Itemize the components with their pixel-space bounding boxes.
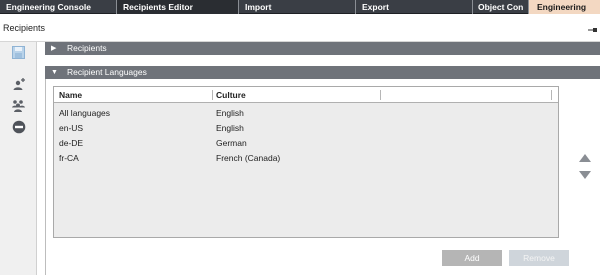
tab-engineering-console[interactable]: Engineering Console [0, 0, 117, 14]
tab-object-configurator[interactable]: Object Con [473, 0, 529, 14]
recipients-section-label: Recipients [67, 43, 107, 53]
row-culture: English [216, 108, 244, 118]
reorder-controls [578, 153, 592, 183]
add-button[interactable]: Add [442, 250, 502, 266]
remove-icon[interactable] [11, 119, 26, 134]
top-tab-bar: Engineering Console Recipients Editor Im… [0, 0, 600, 14]
column-header-name[interactable]: Name [59, 87, 82, 103]
page-title: Recipients [3, 23, 46, 33]
move-up-icon[interactable] [578, 153, 592, 163]
row-culture: German [216, 138, 247, 148]
grid-header: Name Culture [54, 87, 558, 103]
languages-panel: Name Culture All languages English en-US… [45, 79, 600, 275]
tab-export[interactable]: Export [356, 0, 473, 14]
tab-engineering[interactable]: Engineering [529, 0, 600, 14]
row-name: fr-CA [59, 153, 79, 163]
table-row[interactable]: en-US English [54, 121, 558, 136]
row-name: de-DE [59, 138, 84, 148]
row-culture: English [216, 123, 244, 133]
move-down-icon[interactable] [578, 170, 592, 180]
tab-import[interactable]: Import [239, 0, 356, 14]
languages-section-header[interactable]: ▼ Recipient Languages [45, 66, 600, 79]
add-user-icon[interactable] [11, 76, 26, 91]
collapse-arrow-icon: ▼ [51, 69, 58, 76]
remove-button[interactable]: Remove [509, 250, 569, 266]
column-separator[interactable] [380, 90, 381, 100]
pin-icon[interactable] [588, 26, 597, 32]
user-group-icon[interactable] [11, 97, 26, 112]
column-header-culture[interactable]: Culture [216, 87, 246, 103]
row-name: en-US [59, 123, 84, 133]
table-row[interactable]: fr-CA French (Canada) [54, 151, 558, 166]
languages-section-label: Recipient Languages [67, 67, 147, 77]
table-row[interactable]: de-DE German [54, 136, 558, 151]
title-bar: Recipients [0, 15, 600, 42]
tool-strip [0, 42, 37, 275]
tab-recipients-editor[interactable]: Recipients Editor [117, 0, 239, 14]
row-culture: French (Canada) [216, 153, 281, 163]
save-icon[interactable] [11, 45, 26, 60]
column-separator[interactable] [212, 90, 213, 100]
languages-grid: Name Culture All languages English en-US… [53, 86, 559, 238]
recipients-section-header[interactable]: ▶ Recipients [45, 42, 600, 55]
column-separator[interactable] [551, 90, 552, 100]
row-name: All languages [59, 108, 111, 118]
expand-arrow-icon: ▶ [51, 45, 57, 52]
table-row[interactable]: All languages English [54, 106, 558, 121]
